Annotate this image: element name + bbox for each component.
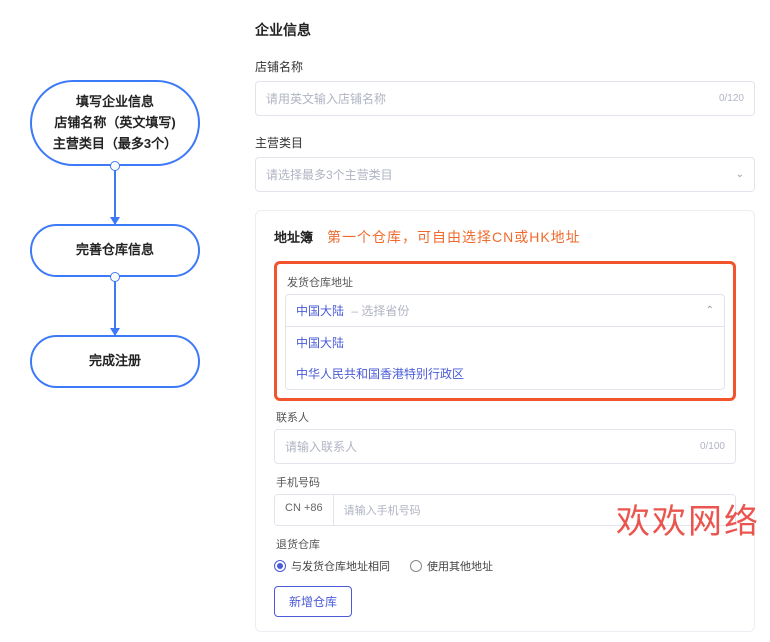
- store-name-field: 店铺名称 请用英文输入店铺名称 0/120: [255, 58, 755, 116]
- radio-checked-icon: [274, 560, 286, 572]
- store-name-input[interactable]: 请用英文输入店铺名称 0/120: [255, 81, 755, 116]
- chevron-down-icon: ⌄: [736, 169, 744, 180]
- flow-step-3: 完成注册: [30, 335, 200, 388]
- category-select[interactable]: 请选择最多3个主营类目 ⌄: [255, 157, 755, 192]
- store-name-label: 店铺名称: [255, 58, 755, 75]
- dropdown-selected-value: 中国大陆: [296, 304, 344, 318]
- contact-placeholder: 请输入联系人: [285, 438, 357, 455]
- chevron-up-icon: ⌃: [706, 305, 714, 316]
- form-panel: 企业信息 店铺名称 请用英文输入店铺名称 0/120 主营类目 请选择最多3个主…: [210, 10, 770, 632]
- ship-address-label: 发货仓库地址: [287, 274, 725, 290]
- phone-input[interactable]: 请输入手机号码: [334, 495, 735, 525]
- flow-arrow-icon: [114, 277, 116, 335]
- return-label: 退货仓库: [276, 536, 736, 552]
- address-annotation: 第一个仓库，可自由选择CN或HK地址: [327, 227, 581, 247]
- address-title: 地址簿: [274, 227, 313, 246]
- flow-step-1-line2: 店铺名称（英文填写): [40, 113, 190, 134]
- flow-diagram: 填写企业信息 店铺名称（英文填写) 主营类目（最多3个） 完善仓库信息 完成注册: [20, 10, 210, 632]
- return-radio-other[interactable]: 使用其他地址: [410, 558, 493, 574]
- store-name-counter: 0/120: [719, 93, 744, 104]
- return-radio-other-label: 使用其他地址: [427, 558, 493, 574]
- contact-label: 联系人: [276, 409, 736, 425]
- store-name-placeholder: 请用英文输入店铺名称: [266, 90, 386, 107]
- flow-step-2: 完善仓库信息: [30, 224, 200, 277]
- radio-unchecked-icon: [410, 560, 422, 572]
- return-radio-same-label: 与发货仓库地址相同: [291, 558, 390, 574]
- contact-counter: 0/100: [700, 441, 725, 452]
- section-title: 企业信息: [255, 20, 755, 40]
- ship-address-dropdown[interactable]: 中国大陆 – 选择省份 ⌃ 中国大陆 中华人民共和国香港特别行政区: [285, 294, 725, 390]
- flow-step-1-line3: 主营类目（最多3个）: [40, 134, 190, 155]
- category-field: 主营类目 请选择最多3个主营类目 ⌄: [255, 134, 755, 192]
- highlight-box: 发货仓库地址 中国大陆 – 选择省份 ⌃ 中国大陆 中华人民共和国香港特别行政区: [274, 261, 736, 401]
- dropdown-option-hk[interactable]: 中华人民共和国香港特别行政区: [286, 358, 724, 389]
- dropdown-selected[interactable]: 中国大陆 – 选择省份 ⌃: [286, 295, 724, 327]
- contact-input[interactable]: 请输入联系人 0/100: [274, 429, 736, 464]
- dropdown-option-cn[interactable]: 中国大陆: [286, 327, 724, 358]
- phone-label: 手机号码: [276, 474, 736, 490]
- return-radio-group: 与发货仓库地址相同 使用其他地址: [274, 558, 736, 574]
- address-card: 地址簿 第一个仓库，可自由选择CN或HK地址 发货仓库地址 中国大陆 – 选择省…: [255, 210, 755, 632]
- category-label: 主营类目: [255, 134, 755, 151]
- phone-prefix-select[interactable]: CN +86: [275, 495, 334, 525]
- add-warehouse-button[interactable]: 新增仓库: [274, 586, 352, 617]
- phone-input-row: CN +86 请输入手机号码: [274, 494, 736, 526]
- return-radio-same[interactable]: 与发货仓库地址相同: [274, 558, 390, 574]
- category-placeholder: 请选择最多3个主营类目: [266, 166, 393, 183]
- flow-arrow-icon: [114, 166, 116, 224]
- flow-step-1-line1: 填写企业信息: [40, 92, 190, 113]
- flow-step-1: 填写企业信息 店铺名称（英文填写) 主营类目（最多3个）: [30, 80, 200, 166]
